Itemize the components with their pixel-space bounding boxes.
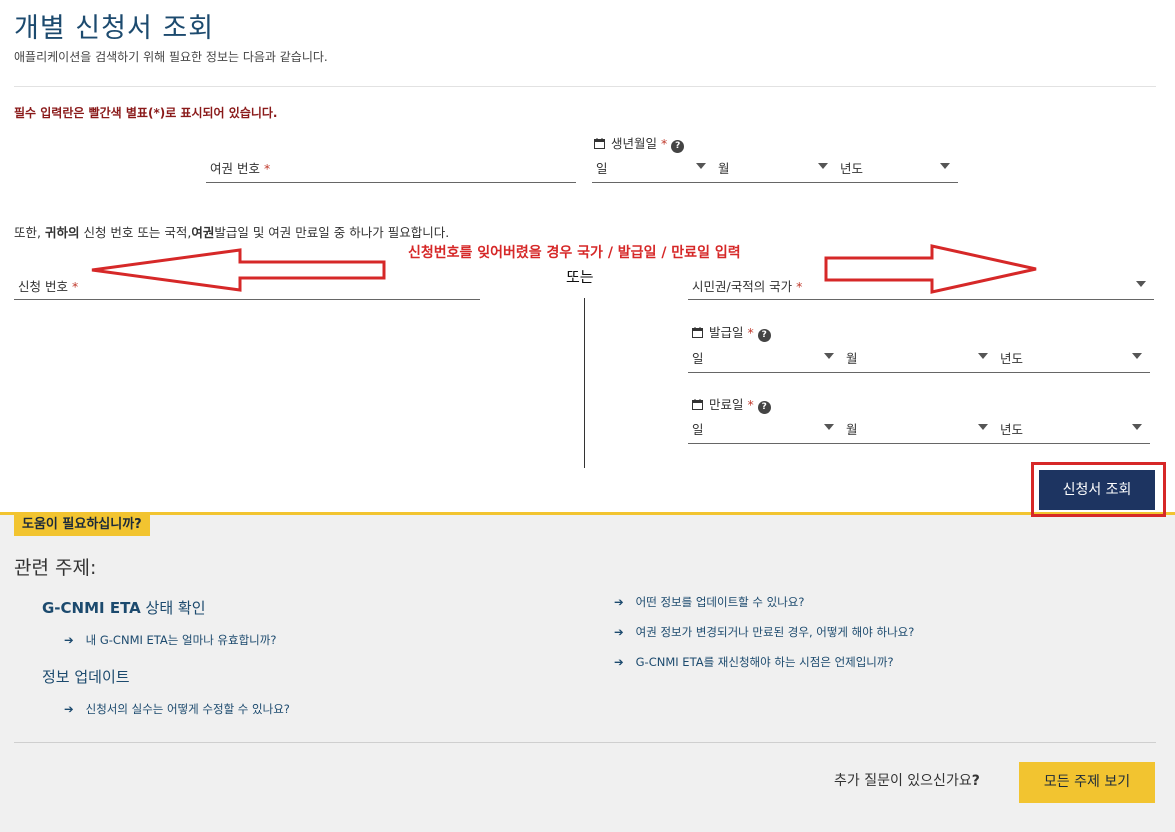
view-all-topics-button[interactable]: 모든 주제 보기 xyxy=(1019,762,1155,803)
chevron-down-icon xyxy=(824,353,834,359)
expiry-date-label: 만료일 *? xyxy=(692,394,771,414)
chevron-down-icon xyxy=(696,163,706,169)
citizenship-select[interactable]: 시민권/국적의 국가 * xyxy=(688,276,1154,298)
link-fix-mistake[interactable]: ➔ 신청서의 실수는 어떻게 수정할 수 있나요? xyxy=(64,701,290,717)
header-divider xyxy=(14,86,1156,87)
issue-day-select[interactable]: 일 xyxy=(688,348,842,370)
chevron-down-icon xyxy=(978,353,988,359)
required-note: 필수 입력란은 빨간색 별표(*)로 표시되어 있습니다. xyxy=(14,106,278,120)
issue-date-selects: 일 월 년도 xyxy=(688,348,1150,370)
dob-day-select[interactable]: 일 xyxy=(592,158,714,180)
left-arrow-annotation xyxy=(91,248,386,292)
calendar-icon xyxy=(594,138,605,149)
expiry-month-select[interactable]: 월 xyxy=(842,419,996,441)
page-title: 개별 신청서 조회 xyxy=(14,13,215,44)
arrow-right-icon: ➔ xyxy=(614,625,624,639)
annotation-text: 신청번호를 잊어버렸을 경우 국가 / 발급일 / 만료일 입력 xyxy=(408,245,741,261)
link-passport-changed[interactable]: ➔ 여권 정보가 변경되거나 만료된 경우, 어떻게 해야 하나요? xyxy=(614,624,914,640)
chevron-down-icon xyxy=(1132,353,1142,359)
dob-label: 생년월일 *? xyxy=(594,133,685,153)
help-section xyxy=(0,512,1175,832)
arrow-right-icon: ➔ xyxy=(614,595,624,609)
chevron-down-icon xyxy=(1132,424,1142,430)
chevron-down-icon xyxy=(940,163,950,169)
dob-month-select[interactable]: 월 xyxy=(714,158,836,180)
issue-year-select[interactable]: 년도 xyxy=(996,348,1150,370)
help-icon[interactable]: ? xyxy=(757,401,771,414)
chevron-down-icon xyxy=(824,424,834,430)
expiry-date-selects: 일 월 년도 xyxy=(688,419,1150,441)
calendar-icon xyxy=(692,327,703,338)
dob-selects: 일 월 년도 xyxy=(592,158,958,180)
passport-number-label: 여권 번호 * xyxy=(210,161,271,176)
related-topics-title: 관련 주제: xyxy=(14,557,97,579)
passport-number-input[interactable] xyxy=(206,182,576,183)
arrow-right-icon: ➔ xyxy=(64,702,74,716)
dob-underline xyxy=(592,182,958,183)
help-icon[interactable]: ? xyxy=(671,140,685,153)
or-divider xyxy=(584,298,585,468)
expiry-date-underline xyxy=(688,443,1150,444)
topic-update-info[interactable]: 정보 업데이트 xyxy=(42,666,130,687)
help-badge: 도움이 필요하십니까? xyxy=(14,514,150,536)
or-label: 또는 xyxy=(566,268,594,286)
chevron-down-icon xyxy=(978,424,988,430)
expiry-day-select[interactable]: 일 xyxy=(688,419,842,441)
link-reapply-when[interactable]: ➔ G-CNMI ETA를 재신청해야 하는 시점은 언제입니까? xyxy=(614,654,894,670)
calendar-icon xyxy=(692,399,703,410)
search-application-button[interactable]: 신청서 조회 xyxy=(1039,470,1155,510)
issue-date-label: 발급일 *? xyxy=(692,322,771,342)
application-number-input[interactable] xyxy=(14,299,480,300)
help-icon[interactable]: ? xyxy=(757,329,771,342)
chevron-down-icon xyxy=(818,163,828,169)
chevron-down-icon xyxy=(1136,281,1146,287)
topic-eta-status[interactable]: G-CNMI ETA 상태 확인 xyxy=(42,597,206,618)
issue-date-underline xyxy=(688,372,1150,373)
application-number-label: 신청 번호 * xyxy=(18,279,79,294)
link-eta-validity[interactable]: ➔ 내 G-CNMI ETA는 얼마나 유효합니까? xyxy=(64,632,276,648)
link-what-info-update[interactable]: ➔ 어떤 정보를 업데이트할 수 있나요? xyxy=(614,594,805,610)
page-subtitle: 애플리케이션을 검색하기 위해 필요한 정보는 다음과 같습니다. xyxy=(14,50,328,64)
expiry-year-select[interactable]: 년도 xyxy=(996,419,1150,441)
citizenship-underline xyxy=(688,299,1154,300)
more-questions-text: 추가 질문이 있으신가요? xyxy=(834,773,980,789)
also-note: 또한, 귀하의 신청 번호 또는 국적,여권발급일 및 여권 만료일 중 하나가… xyxy=(14,225,450,240)
issue-month-select[interactable]: 월 xyxy=(842,348,996,370)
help-divider xyxy=(14,742,1156,743)
arrow-right-icon: ➔ xyxy=(614,655,624,669)
dob-year-select[interactable]: 년도 xyxy=(836,158,958,180)
arrow-right-icon: ➔ xyxy=(64,633,74,647)
